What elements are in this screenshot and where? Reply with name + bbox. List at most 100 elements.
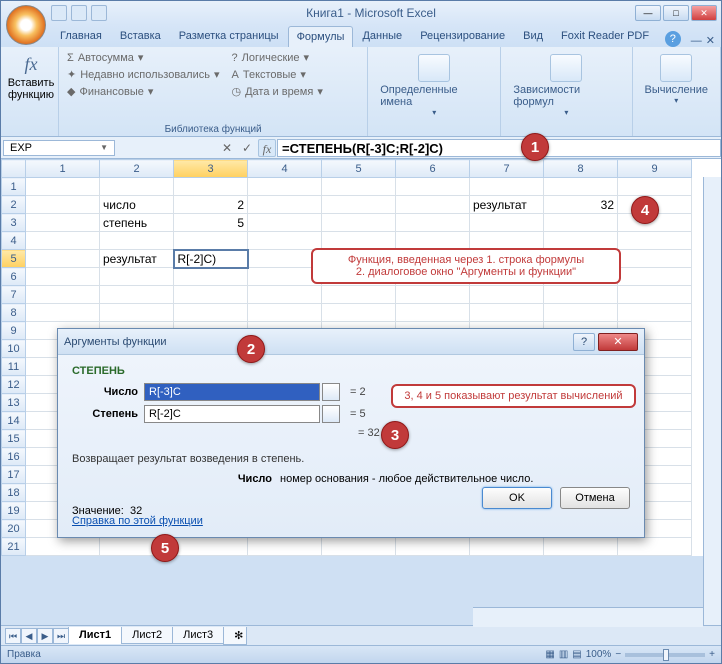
tab-data[interactable]: Данные bbox=[353, 25, 411, 47]
range-select-icon[interactable] bbox=[322, 405, 340, 423]
row-header[interactable]: 13 bbox=[2, 394, 26, 412]
row-header[interactable]: 12 bbox=[2, 376, 26, 394]
sheet-nav-next-icon[interactable]: ▶ bbox=[37, 628, 53, 644]
name-box[interactable]: EXP▼ bbox=[3, 140, 115, 156]
horizontal-scrollbar[interactable] bbox=[473, 607, 703, 627]
row-header[interactable]: 14 bbox=[2, 412, 26, 430]
insert-function-button[interactable]: fx Вставить функцию bbox=[7, 50, 55, 105]
autosum-button[interactable]: Σ Автосумма ▾ bbox=[65, 50, 222, 65]
zoom-level[interactable]: 100% bbox=[586, 649, 612, 660]
row-header[interactable]: 4 bbox=[2, 232, 26, 250]
col-header[interactable]: 8 bbox=[544, 160, 618, 178]
help-icon[interactable]: ? bbox=[665, 31, 681, 47]
text-button[interactable]: A Текстовые ▾ bbox=[230, 67, 325, 82]
cell[interactable]: 2 bbox=[174, 196, 248, 214]
cell[interactable]: 32 bbox=[544, 196, 618, 214]
cell[interactable]: результат bbox=[470, 196, 544, 214]
row-header[interactable]: 8 bbox=[2, 304, 26, 322]
chevron-down-icon[interactable]: ▼ bbox=[100, 143, 108, 152]
sheet-nav-last-icon[interactable]: ⏭ bbox=[53, 628, 69, 644]
cancel-formula-icon[interactable]: ✕ bbox=[218, 139, 236, 157]
row-header[interactable]: 20 bbox=[2, 520, 26, 538]
col-header[interactable]: 9 bbox=[618, 160, 692, 178]
col-header[interactable]: 3 bbox=[174, 160, 248, 178]
cell[interactable]: результат bbox=[100, 250, 174, 268]
dialog-help-button[interactable]: ? bbox=[573, 333, 595, 351]
tab-review[interactable]: Рецензирование bbox=[411, 25, 514, 47]
calculation-button[interactable]: Вычисление▾ bbox=[639, 50, 715, 109]
financial-button[interactable]: ◆ Финансовые ▾ bbox=[65, 84, 222, 99]
qat-redo-icon[interactable] bbox=[91, 5, 107, 21]
row-header[interactable]: 5 bbox=[2, 250, 26, 268]
dialog-close-button[interactable]: ✕ bbox=[598, 333, 638, 351]
defined-names-button[interactable]: Определенные имена▾ bbox=[374, 50, 494, 121]
zoom-slider[interactable] bbox=[625, 653, 705, 657]
cell[interactable]: 5 bbox=[174, 214, 248, 232]
row-header[interactable]: 6 bbox=[2, 268, 26, 286]
row-header[interactable]: 3 bbox=[2, 214, 26, 232]
datetime-button[interactable]: ◷ Дата и время ▾ bbox=[230, 84, 325, 99]
col-header[interactable]: 4 bbox=[248, 160, 322, 178]
row-header[interactable]: 1 bbox=[2, 178, 26, 196]
recent-button[interactable]: ✦ Недавно использовались ▾ bbox=[65, 67, 222, 82]
row-header[interactable]: 9 bbox=[2, 322, 26, 340]
row-header[interactable]: 16 bbox=[2, 448, 26, 466]
minimize-button[interactable]: — bbox=[635, 5, 661, 21]
sheet-tab[interactable]: Лист1 bbox=[68, 627, 122, 644]
arg2-input[interactable] bbox=[144, 405, 320, 423]
arg1-input[interactable] bbox=[144, 383, 320, 401]
sheet-tab[interactable]: Лист2 bbox=[121, 627, 173, 644]
row-header[interactable]: 21 bbox=[2, 538, 26, 556]
row-header[interactable]: 7 bbox=[2, 286, 26, 304]
new-sheet-button[interactable]: ✻ bbox=[223, 627, 247, 645]
sheet-tab[interactable]: Лист3 bbox=[172, 627, 224, 644]
formula-auditing-button[interactable]: Зависимости формул▾ bbox=[507, 50, 625, 121]
fx-button-icon[interactable]: fx bbox=[258, 139, 276, 157]
ribbon-minimize-icon[interactable]: — bbox=[691, 35, 702, 47]
row-header[interactable]: 17 bbox=[2, 466, 26, 484]
office-button[interactable] bbox=[6, 5, 46, 45]
maximize-button[interactable]: □ bbox=[663, 5, 689, 21]
sheet-nav-first-icon[interactable]: ⏮ bbox=[5, 628, 21, 644]
qat-undo-icon[interactable] bbox=[71, 5, 87, 21]
cancel-button[interactable]: Отмена bbox=[560, 487, 630, 509]
select-all-corner[interactable] bbox=[2, 160, 26, 178]
sheet-nav-prev-icon[interactable]: ◀ bbox=[21, 628, 37, 644]
tab-page-layout[interactable]: Разметка страницы bbox=[170, 25, 288, 47]
zoom-in-button[interactable]: + bbox=[709, 649, 715, 660]
col-header[interactable]: 2 bbox=[100, 160, 174, 178]
cell[interactable]: степень bbox=[100, 214, 174, 232]
tab-foxit[interactable]: Foxit Reader PDF bbox=[552, 25, 658, 47]
row-header[interactable]: 11 bbox=[2, 358, 26, 376]
zoom-out-button[interactable]: − bbox=[615, 649, 621, 660]
row-header[interactable]: 18 bbox=[2, 484, 26, 502]
close-button[interactable]: ✕ bbox=[691, 5, 717, 21]
tab-insert[interactable]: Вставка bbox=[111, 25, 170, 47]
row-header[interactable]: 19 bbox=[2, 502, 26, 520]
row-header[interactable]: 2 bbox=[2, 196, 26, 214]
qat-save-icon[interactable] bbox=[51, 5, 67, 21]
tab-home[interactable]: Главная bbox=[51, 25, 111, 47]
tab-formulas[interactable]: Формулы bbox=[288, 26, 354, 47]
view-pagebreak-icon[interactable]: ▤ bbox=[572, 649, 581, 660]
col-header[interactable]: 1 bbox=[26, 160, 100, 178]
doc-close-icon[interactable]: ✕ bbox=[706, 34, 715, 47]
formula-input[interactable]: =СТЕПЕНЬ(R[-3]C;R[-2]C) bbox=[277, 139, 721, 157]
col-header[interactable]: 6 bbox=[396, 160, 470, 178]
help-link[interactable]: Справка по этой функции bbox=[72, 515, 203, 527]
vertical-scrollbar[interactable] bbox=[703, 177, 721, 625]
row-header[interactable]: 15 bbox=[2, 430, 26, 448]
ok-button[interactable]: OK bbox=[482, 487, 552, 509]
view-layout-icon[interactable]: ▥ bbox=[559, 649, 568, 660]
range-select-icon[interactable] bbox=[322, 383, 340, 401]
view-normal-icon[interactable]: ▦ bbox=[545, 649, 554, 660]
cell[interactable]: число bbox=[100, 196, 174, 214]
tab-view[interactable]: Вид bbox=[514, 25, 552, 47]
active-cell[interactable]: R[-2]C) bbox=[174, 250, 248, 268]
row-header[interactable]: 10 bbox=[2, 340, 26, 358]
col-header[interactable]: 7 bbox=[470, 160, 544, 178]
col-header[interactable]: 5 bbox=[322, 160, 396, 178]
enter-formula-icon[interactable]: ✓ bbox=[238, 139, 256, 157]
logical-button[interactable]: ? Логические ▾ bbox=[230, 50, 325, 65]
callout-note-2: 3, 4 и 5 показывают результат вычислений bbox=[391, 384, 636, 408]
